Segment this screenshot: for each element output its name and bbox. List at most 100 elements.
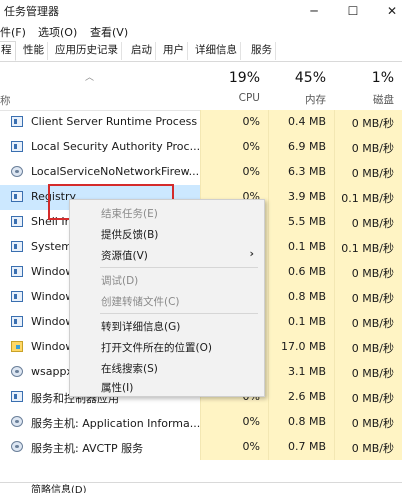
memory-value: 6.9 MB (287, 140, 326, 153)
cpu-label: CPU (238, 92, 260, 104)
disk-column-header[interactable]: 1% 磁盘 (334, 62, 402, 110)
disk-value: 0 MB/秒 (351, 317, 394, 330)
cpu-value: 0% (242, 140, 260, 153)
sort-arrow-icon: ︿ (85, 73, 95, 83)
tab-details[interactable]: 详细信息 (192, 42, 241, 60)
tab-processes[interactable]: 程 (0, 41, 16, 61)
menu-provide-feedback[interactable]: 提供反馈(B) (70, 223, 264, 244)
memory-value: 0.8 MB (287, 290, 326, 303)
process-name: wsappx (31, 365, 73, 378)
memory-total: 45% (294, 70, 326, 86)
process-window-icon (11, 141, 23, 152)
menu-file[interactable]: 件(F) (0, 24, 26, 40)
tab-performance[interactable]: 性能 (20, 42, 48, 60)
column-header: ︿ 称 19% CPU 45% 内存 1% 磁盘 (0, 62, 402, 111)
submenu-arrow-icon: › (249, 247, 254, 260)
process-name: System (31, 240, 73, 253)
disk-value: 0 MB/秒 (351, 217, 394, 230)
disk-value: 0.1 MB/秒 (341, 242, 394, 255)
close-button[interactable]: ✕ (381, 2, 402, 20)
disk-value: 0 MB/秒 (351, 267, 394, 280)
disk-value: 0 MB/秒 (351, 442, 394, 455)
table-row[interactable]: LocalServiceNoNetworkFirew... 0% 6.3 MB … (0, 160, 402, 185)
memory-value: 0.8 MB (287, 415, 326, 428)
memory-value: 0.4 MB (287, 115, 326, 128)
menu-resource-values[interactable]: 资源值(V) › (70, 244, 264, 265)
cpu-value: 0% (242, 415, 260, 428)
table-row[interactable]: 服务主机: Application Informa... 0% 0.8 MB 0… (0, 410, 402, 435)
menu-search-online[interactable]: 在线搜索(S) (70, 357, 264, 378)
disk-value: 0 MB/秒 (351, 417, 394, 430)
menu-view[interactable]: 查看(V) (90, 24, 128, 40)
cpu-total: 19% (228, 70, 260, 86)
tab-app-history[interactable]: 应用历史记录 (52, 42, 122, 60)
memory-value: 2.6 MB (287, 390, 326, 403)
memory-value: 0.7 MB (287, 440, 326, 453)
title-bar: 任务管理器 ─ ☐ ✕ (0, 0, 402, 22)
process-window-icon (11, 216, 23, 227)
cpu-value: 0% (242, 440, 260, 453)
service-gear-icon (11, 416, 23, 427)
process-window-icon (11, 391, 23, 402)
fewer-details-link[interactable]: 简略信息(D) (31, 483, 87, 493)
process-window-icon (11, 266, 23, 277)
disk-value: 0 MB/秒 (351, 342, 394, 355)
cpu-column-header[interactable]: 19% CPU (200, 62, 268, 110)
minimize-button[interactable]: ─ (303, 2, 325, 20)
menu-go-to-details[interactable]: 转到详细信息(G) (70, 315, 264, 336)
tab-users[interactable]: 用户 (160, 42, 188, 60)
menu-options[interactable]: 选项(O) (38, 24, 77, 40)
tab-startup[interactable]: 启动 (128, 42, 156, 60)
menu-debug[interactable]: 调试(D) (70, 269, 264, 290)
disk-value: 0 MB/秒 (351, 142, 394, 155)
process-name: 服务主机: AVCTP 服务 (31, 442, 144, 455)
menu-separator (100, 267, 258, 268)
disk-value: 0 MB/秒 (351, 117, 394, 130)
menu-create-dump[interactable]: 创建转储文件(C) (70, 290, 264, 311)
disk-value: 0.1 MB/秒 (341, 192, 394, 205)
menu-end-task[interactable]: 结束任务(E) (70, 202, 264, 223)
cpu-value: 0% (242, 165, 260, 178)
memory-label: 内存 (305, 94, 326, 106)
process-name: Local Security Authority Proc... (31, 140, 201, 153)
service-gear-icon (11, 441, 23, 452)
process-window-icon (11, 116, 23, 127)
memory-value: 3.9 MB (287, 190, 326, 203)
process-window-icon (11, 191, 23, 202)
memory-value: 0.1 MB (287, 240, 326, 253)
menu-separator (100, 313, 258, 314)
disk-value: 0 MB/秒 (351, 292, 394, 305)
service-gear-icon (11, 166, 23, 177)
memory-value: 0.6 MB (287, 265, 326, 278)
tab-bar: 程 性能 应用历史记录 启动 用户 详细信息 服务 (0, 40, 402, 62)
disk-label: 磁盘 (373, 94, 394, 106)
process-name: Window (31, 315, 75, 328)
process-name: LocalServiceNoNetworkFirew... (31, 165, 200, 178)
menu-bar: 件(F) 选项(O) 查看(V) (0, 22, 402, 40)
memory-column-header[interactable]: 45% 内存 (268, 62, 334, 110)
process-name: Window (31, 340, 75, 353)
menu-properties[interactable]: 属性(I) (70, 376, 264, 397)
context-menu: 结束任务(E) 提供反馈(B) 资源值(V) › 调试(D) 创建转储文件(C) … (69, 199, 265, 397)
footer-bar: 简略信息(D) (0, 482, 402, 493)
cpu-value: 0% (242, 115, 260, 128)
table-row[interactable]: Local Security Authority Proc... 0% 6.9 … (0, 135, 402, 160)
process-window-icon (11, 316, 23, 327)
process-window-icon (11, 241, 23, 252)
disk-value: 0 MB/秒 (351, 367, 394, 380)
name-column-header[interactable]: 称 (0, 93, 11, 108)
menu-open-file-location[interactable]: 打开文件所在的位置(O) (70, 336, 264, 357)
disk-total: 1% (371, 70, 394, 86)
process-name: Window (31, 290, 75, 303)
memory-value: 17.0 MB (280, 340, 326, 353)
process-name: Client Server Runtime Process (31, 115, 198, 128)
disk-value: 0 MB/秒 (351, 167, 394, 180)
tab-services[interactable]: 服务 (248, 42, 276, 60)
memory-value: 3.1 MB (287, 365, 326, 378)
memory-value: 5.5 MB (287, 215, 326, 228)
maximize-button[interactable]: ☐ (342, 2, 364, 20)
disk-value: 0 MB/秒 (351, 392, 394, 405)
table-row[interactable]: Client Server Runtime Process 0% 0.4 MB … (0, 110, 402, 135)
process-name: 服务主机: Application Informa... (31, 417, 201, 430)
table-row[interactable]: 服务主机: AVCTP 服务 0% 0.7 MB 0 MB/秒 (0, 435, 402, 460)
